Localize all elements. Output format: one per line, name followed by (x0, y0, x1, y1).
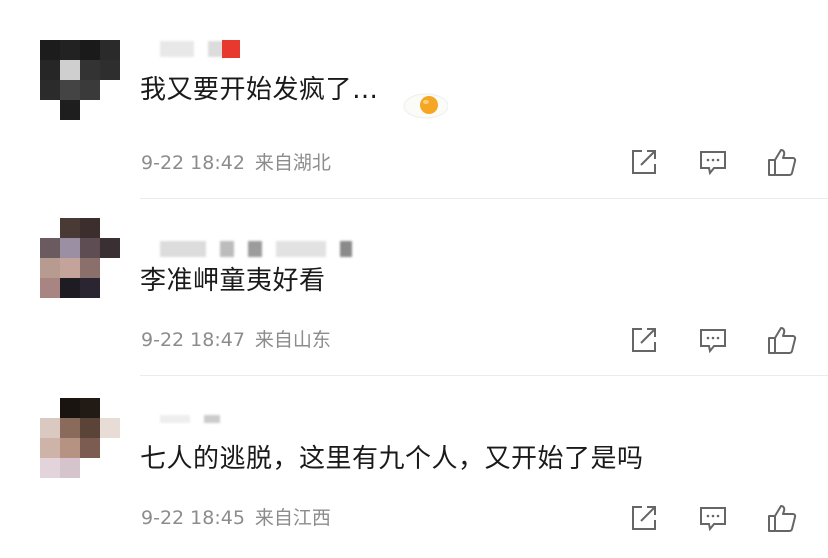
like-button[interactable] (766, 502, 798, 534)
comment-item: 七人的逃脱，这里有九个人，又开始了是吗 9-22 18:45 来自江西 (0, 0, 828, 558)
username[interactable] (160, 410, 220, 428)
thumbs-up-icon (768, 505, 797, 532)
reply-button[interactable] (697, 502, 729, 534)
share-icon (632, 506, 656, 530)
avatar[interactable] (40, 398, 120, 478)
share-button[interactable] (628, 502, 660, 534)
comment-icon (700, 507, 726, 532)
comment-date: 9-22 18:45 (141, 507, 245, 529)
comment-text: 七人的逃脱，这里有九个人，又开始了是吗 (140, 444, 644, 474)
comment-actions (628, 502, 798, 534)
comment-meta: 9-22 18:45 来自江西 (141, 505, 331, 531)
comment-location: 来自江西 (254, 507, 331, 529)
